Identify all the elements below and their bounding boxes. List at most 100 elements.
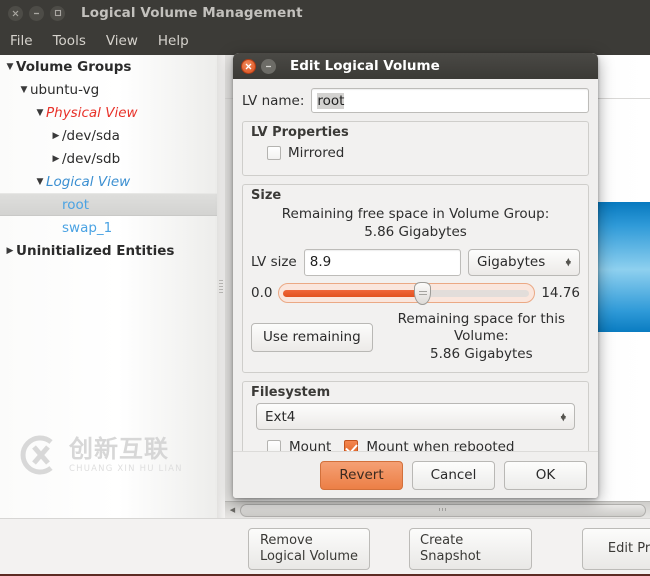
tree-item-label: Physical View bbox=[46, 104, 138, 121]
menu-tools[interactable]: Tools bbox=[53, 33, 86, 49]
main-titlebar: Logical Volume Management bbox=[0, 0, 650, 26]
remaining-volume-info: Remaining space for this Volume: 5.86 Gi… bbox=[383, 311, 580, 364]
tree-item-label: root bbox=[62, 196, 90, 213]
filesystem-type-value: Ext4 bbox=[265, 408, 296, 425]
menu-bar: File Tools View Help bbox=[0, 26, 650, 55]
tree-item-uninitialized-entities[interactable]: ▶ Uninitialized Entities bbox=[0, 239, 217, 262]
create-snapshot-label: Create Snapshot bbox=[420, 532, 481, 564]
scrollbar-thumb[interactable] bbox=[240, 503, 646, 517]
tree-item-dev-sdb[interactable]: ▶ /dev/sdb bbox=[0, 147, 217, 170]
watermark-cn: 创新互联 bbox=[69, 434, 169, 463]
chevron-placeholder-icon: ▶ bbox=[50, 200, 62, 210]
volume-tree[interactable]: ▼ Volume Groups ▼ ubuntu-vg ▼ Physical V… bbox=[0, 55, 217, 518]
dialog-title: Edit Logical Volume bbox=[290, 58, 440, 74]
lv-name-label: LV name: bbox=[242, 92, 305, 109]
bottom-toolbar: Remove Logical Volume Create Snapshot Ed… bbox=[0, 518, 650, 576]
tree-item-ubuntu-vg[interactable]: ▼ ubuntu-vg bbox=[0, 78, 217, 101]
lv-name-input[interactable]: root bbox=[311, 88, 589, 113]
lv-name-value: root bbox=[317, 92, 345, 109]
spinner-arrows-icon[interactable]: ▲ ▼ bbox=[561, 412, 566, 422]
remaining-volume-line2: 5.86 Gigabytes bbox=[430, 346, 533, 363]
slider-handle[interactable] bbox=[414, 281, 432, 305]
create-snapshot-button[interactable]: Create Snapshot bbox=[409, 528, 532, 570]
filesystem-title: Filesystem bbox=[251, 385, 331, 401]
menu-help[interactable]: Help bbox=[158, 33, 189, 49]
chevron-down-icon[interactable]: ▼ bbox=[34, 177, 46, 187]
size-slider[interactable] bbox=[278, 281, 536, 305]
size-group: Size Remaining free space in Volume Grou… bbox=[242, 184, 589, 374]
tree-item-label: Volume Groups bbox=[16, 58, 132, 75]
menu-view[interactable]: View bbox=[106, 33, 138, 49]
chevron-right-icon[interactable]: ▶ bbox=[50, 154, 62, 164]
tree-item-swap-1[interactable]: ▶ swap_1 bbox=[0, 216, 217, 239]
remove-button-line1: Remove bbox=[259, 532, 313, 548]
revert-label: Revert bbox=[339, 467, 384, 483]
chevron-placeholder-icon: ▶ bbox=[50, 223, 62, 233]
scroll-left-icon[interactable]: ◀ bbox=[225, 503, 240, 518]
main-window-controls bbox=[8, 5, 65, 21]
mirrored-label: Mirrored bbox=[288, 145, 345, 161]
tree-item-label: /dev/sda bbox=[62, 127, 120, 144]
use-remaining-button[interactable]: Use remaining bbox=[251, 322, 373, 352]
tree-item-label: swap_1 bbox=[62, 219, 113, 236]
edit-properties-label: Edit Prop bbox=[607, 540, 650, 556]
tree-item-dev-sda[interactable]: ▶ /dev/sda bbox=[0, 124, 217, 147]
remove-logical-volume-button[interactable]: Remove Logical Volume bbox=[248, 528, 370, 570]
size-unit-combobox[interactable]: Gigabytes ▲ ▼ bbox=[468, 248, 580, 276]
lv-size-row: LV size 8.9 Gigabytes ▲ ▼ bbox=[251, 248, 580, 276]
spinner-arrows-icon[interactable]: ▲ ▼ bbox=[566, 257, 571, 267]
dialog-minimize-icon[interactable] bbox=[261, 58, 276, 74]
dialog-close-icon[interactable] bbox=[241, 58, 256, 74]
menu-file[interactable]: File bbox=[10, 33, 33, 49]
remaining-volume-line1: Remaining space for this Volume: bbox=[397, 310, 566, 345]
size-unit-value: Gigabytes bbox=[477, 254, 546, 271]
maximize-icon[interactable] bbox=[50, 5, 65, 21]
edit-logical-volume-dialog: Edit Logical Volume LV name: root LV Pro… bbox=[233, 53, 598, 498]
pane-splitter[interactable] bbox=[217, 55, 225, 518]
cancel-button[interactable]: Cancel bbox=[412, 460, 495, 490]
edit-properties-button[interactable]: Edit Prop bbox=[582, 528, 650, 570]
watermark-mark-icon bbox=[20, 435, 53, 475]
dialog-body: LV name: root LV Properties Mirrored Siz… bbox=[233, 79, 598, 498]
ok-button[interactable]: OK bbox=[504, 460, 587, 490]
mirrored-checkbox[interactable] bbox=[267, 146, 281, 160]
chevron-down-icon[interactable]: ▼ bbox=[34, 108, 46, 118]
use-remaining-row: Use remaining Remaining space for this V… bbox=[251, 311, 580, 364]
tree-item-physical-view[interactable]: ▼ Physical View bbox=[0, 101, 217, 124]
use-remaining-label: Use remaining bbox=[263, 329, 361, 346]
tree-item-root[interactable]: ▶ root bbox=[0, 193, 217, 216]
remove-button-line2: Logical Volume bbox=[259, 549, 359, 564]
minimize-icon[interactable] bbox=[29, 5, 44, 21]
close-icon[interactable] bbox=[8, 5, 23, 21]
tree-item-label: Uninitialized Entities bbox=[16, 242, 175, 259]
tree-item-label: ubuntu-vg bbox=[30, 81, 100, 98]
volume-usage-bar bbox=[593, 202, 650, 332]
chevron-right-icon[interactable]: ▶ bbox=[50, 131, 62, 141]
chevron-down-icon[interactable]: ▼ bbox=[18, 85, 30, 95]
lv-properties-title: LV Properties bbox=[251, 125, 349, 140]
chevron-right-icon[interactable]: ▶ bbox=[4, 246, 16, 256]
tree-item-logical-view[interactable]: ▼ Logical View bbox=[0, 170, 217, 193]
lv-name-row: LV name: root bbox=[242, 88, 589, 113]
chevron-down-icon[interactable]: ▼ bbox=[4, 62, 16, 72]
tree-item-volume-groups[interactable]: ▼ Volume Groups bbox=[0, 55, 217, 78]
filesystem-type-combobox[interactable]: Ext4 ▲ ▼ bbox=[256, 403, 575, 431]
watermark-text: 创新互联 CHUANG XIN HU LIAN bbox=[69, 437, 183, 474]
lv-size-input[interactable]: 8.9 bbox=[303, 248, 461, 276]
remaining-free-space-line2: 5.86 Gigabytes bbox=[364, 223, 467, 240]
lv-size-label: LV size bbox=[251, 254, 297, 271]
horizontal-scrollbar[interactable]: ◀ bbox=[225, 501, 650, 518]
lv-size-value: 8.9 bbox=[309, 254, 332, 271]
tree-item-label: Logical View bbox=[46, 173, 131, 190]
watermark-en: CHUANG XIN HU LIAN bbox=[69, 463, 183, 474]
dialog-titlebar: Edit Logical Volume bbox=[233, 53, 598, 79]
slider-max-label: 14.76 bbox=[541, 284, 580, 301]
size-slider-row: 0.0 14.76 bbox=[251, 281, 580, 305]
revert-button[interactable]: Revert bbox=[320, 460, 403, 490]
cancel-label: Cancel bbox=[430, 467, 477, 483]
ok-label: OK bbox=[535, 467, 556, 483]
dialog-footer: Revert Cancel OK bbox=[233, 451, 598, 498]
remaining-free-space-line1: Remaining free space in Volume Group: bbox=[281, 206, 550, 222]
mirrored-row[interactable]: Mirrored bbox=[251, 143, 580, 167]
slider-min-label: 0.0 bbox=[251, 284, 273, 301]
